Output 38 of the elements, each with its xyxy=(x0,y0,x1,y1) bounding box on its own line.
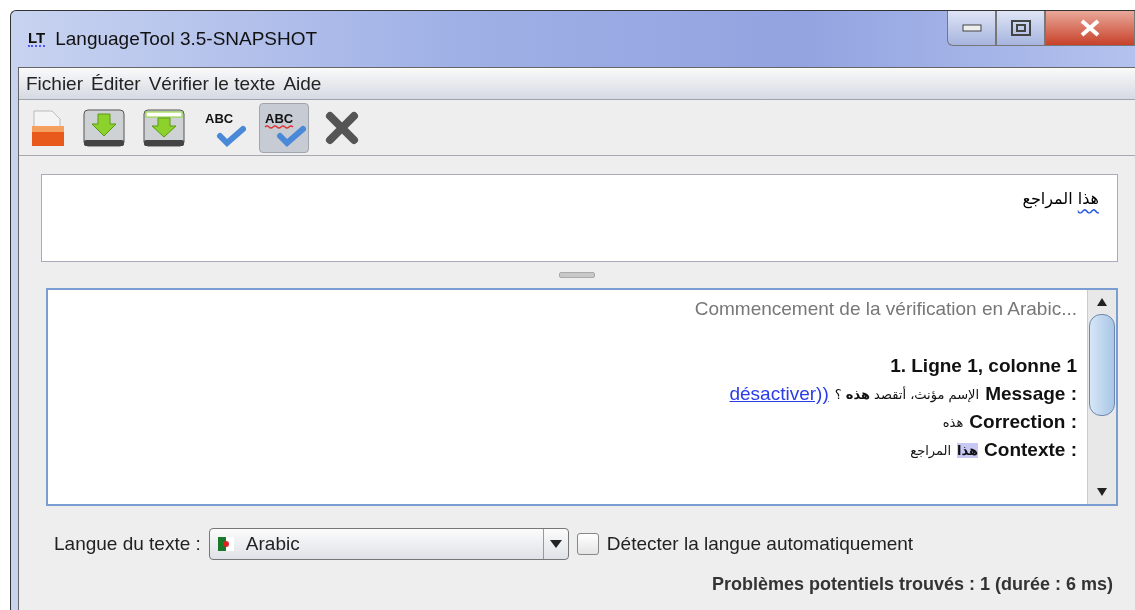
editor-text: المراجع xyxy=(1022,189,1074,208)
highlighted-word: هذا xyxy=(957,442,979,458)
window-title: LanguageTool 3.5-SNAPSHOT xyxy=(55,28,318,50)
scrollbar[interactable] xyxy=(1087,290,1116,504)
menu-item[interactable]: Fichier xyxy=(26,72,83,95)
disable-link[interactable]: désactiver)) xyxy=(729,383,829,405)
field-label: Correction : xyxy=(969,411,1077,433)
menu-item[interactable]: Vérifier le texte xyxy=(148,72,276,95)
language-label: Langue du texte : xyxy=(54,533,201,555)
field-label: Message : xyxy=(985,383,1077,405)
dropdown-arrow-icon xyxy=(549,540,562,548)
minimize-icon xyxy=(961,24,982,32)
app-logo: LT xyxy=(28,31,46,47)
checkbox[interactable] xyxy=(576,533,599,555)
flag-icon xyxy=(217,537,234,551)
maximize-button[interactable] xyxy=(996,11,1045,46)
field-label: Contexte : xyxy=(984,439,1077,461)
status-message: Commencement de la vérification en Arabic... xyxy=(694,298,1077,320)
close-button[interactable] xyxy=(1045,11,1135,46)
misspelled-word: هذا xyxy=(1077,189,1099,208)
scroll-thumb[interactable] xyxy=(1089,314,1115,416)
text-editor[interactable]: هذا المراجع xyxy=(41,174,1118,262)
scroll-down-icon[interactable] xyxy=(1097,488,1107,496)
scroll-up-icon[interactable] xyxy=(1097,298,1107,306)
menu-item[interactable]: Éditer xyxy=(91,72,141,95)
result-heading: 1. Ligne 1, colonne 1 xyxy=(890,354,1077,378)
message-text: الإسم مؤنث، أتقصد هذه ؟ xyxy=(834,386,980,402)
maximize-icon xyxy=(1010,20,1031,36)
language-dropdown[interactable]: Arabic xyxy=(208,528,569,560)
status-text: Problèmes potentiels trouvés : 1 (durée : 6 ms) xyxy=(711,574,1113,595)
folder-icon xyxy=(30,107,66,148)
checkbox-label: Détecter la langue automatiquement xyxy=(606,533,914,555)
minimize-button[interactable] xyxy=(947,11,996,46)
close-icon xyxy=(1079,19,1101,37)
menu-item[interactable]: Aide xyxy=(283,72,322,95)
context-text: المراجع xyxy=(910,442,952,458)
correction-text: هذه xyxy=(942,414,964,430)
splitter-handle[interactable] xyxy=(559,272,595,278)
